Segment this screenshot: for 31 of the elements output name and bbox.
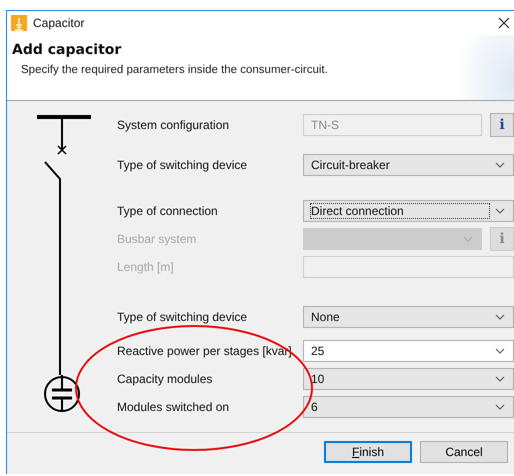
dropdown[interactable]: 10 — [303, 368, 514, 390]
chevron-down-icon — [495, 208, 505, 214]
field-label: Reactive power per stages [kvar] — [117, 344, 293, 358]
dialog-button[interactable]: Cancel — [420, 440, 508, 462]
editable-dropdown[interactable]: 25 — [303, 340, 514, 362]
field-label: Modules switched on — [117, 400, 230, 414]
read-only-field: TN-S — [303, 114, 482, 136]
chevron-down-icon — [495, 376, 505, 382]
dropdown[interactable]: 6 — [303, 396, 514, 418]
dialog-button[interactable]: Finish — [324, 440, 412, 462]
close-icon — [498, 17, 510, 29]
dialog-description: Specify the required parameters inside the consumer-circuit. — [21, 64, 329, 76]
field-label: Capacity modules — [117, 372, 214, 386]
chevron-down-icon — [495, 314, 505, 320]
field-label: Length [m] — [117, 260, 175, 274]
field-label: Type of connection — [117, 204, 219, 218]
app-icon — [11, 15, 27, 31]
chevron-down-icon — [495, 404, 505, 410]
field-label: System configuration — [117, 118, 230, 132]
chevron-down-icon — [495, 348, 505, 354]
dropdown[interactable]: Circuit-breaker — [303, 154, 514, 176]
chevron-down-icon — [495, 162, 505, 168]
field-label: Type of switching device — [117, 158, 248, 172]
window-title: Capacitor — [33, 16, 84, 30]
field-label: Type of switching device — [117, 310, 248, 324]
dialog-heading: Add capacitor — [12, 42, 122, 58]
field-label: Busbar system — [117, 232, 198, 246]
dropdown[interactable]: Direct connection — [303, 200, 514, 222]
info-button[interactable]: i — [490, 113, 514, 137]
dropdown[interactable]: None — [303, 306, 514, 328]
chevron-down-icon — [463, 236, 473, 242]
